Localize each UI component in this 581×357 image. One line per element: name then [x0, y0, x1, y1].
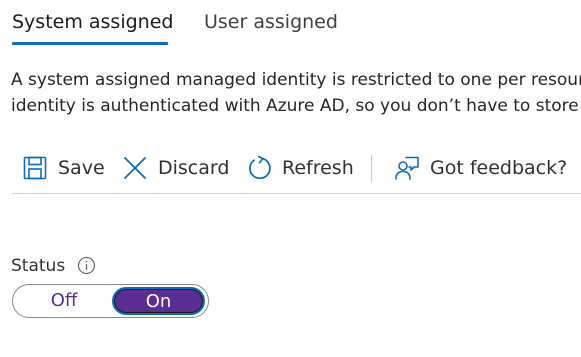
info-icon[interactable]: [77, 256, 96, 275]
status-label: Status: [11, 256, 66, 276]
refresh-button[interactable]: Refresh: [246, 148, 354, 188]
description-text: A system assigned managed identity is re…: [11, 67, 581, 119]
command-bar: Save Discard Refresh Got feedback?: [0, 148, 581, 188]
status-toggle: Off On: [12, 284, 209, 318]
feedback-button[interactable]: Got feedback?: [394, 148, 567, 188]
discard-label: Discard: [158, 157, 230, 179]
discard-button[interactable]: Discard: [122, 148, 229, 188]
command-bar-divider: [12, 193, 581, 194]
identity-tabs: System assigned User assigned: [0, 0, 581, 48]
description-line-1: A system assigned managed identity is re…: [11, 70, 581, 90]
managed-identity-page: System assigned User assigned A system a…: [0, 0, 581, 357]
feedback-icon: [394, 155, 420, 181]
feedback-label: Got feedback?: [430, 157, 568, 179]
description-line-2: identity is authenticated with Azure AD,…: [11, 96, 579, 116]
toolbar-separator: [371, 155, 372, 182]
close-icon: [122, 155, 148, 181]
save-icon: [22, 155, 48, 181]
refresh-label: Refresh: [282, 157, 354, 179]
status-on-option[interactable]: On: [112, 287, 205, 315]
active-tab-indicator: [12, 42, 168, 45]
tab-user-assigned[interactable]: User assigned: [204, 9, 338, 35]
tab-system-assigned[interactable]: System assigned: [12, 9, 173, 35]
refresh-icon: [246, 155, 272, 181]
save-button[interactable]: Save: [22, 148, 105, 188]
save-label: Save: [58, 157, 105, 179]
status-off-option[interactable]: Off: [15, 285, 113, 317]
